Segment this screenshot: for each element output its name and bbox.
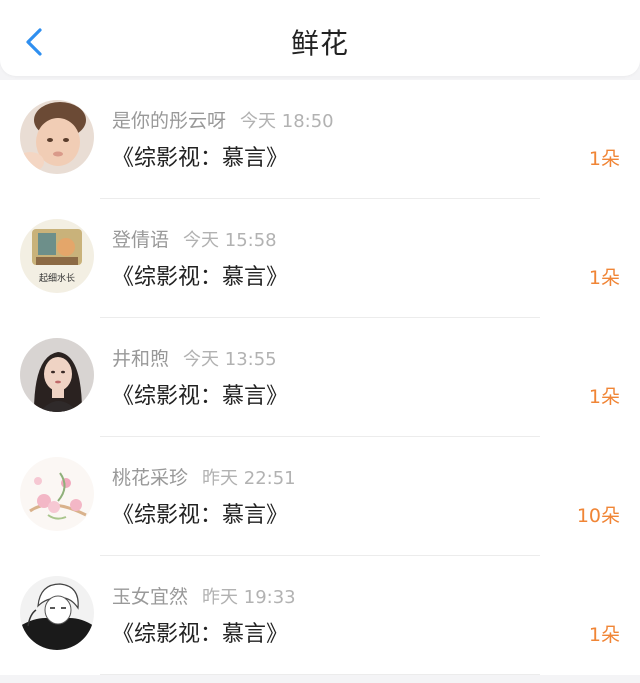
- avatar[interactable]: [20, 100, 94, 174]
- sender-name[interactable]: 登倩语: [112, 229, 169, 251]
- avatar-caption: 起细水长: [39, 272, 75, 284]
- gift-time: 今天 15:58: [183, 230, 277, 251]
- list-item[interactable]: 是你的彤云呀 今天 18:50 《综影视：慕言》 1朵: [0, 80, 640, 199]
- avatar[interactable]: [20, 338, 94, 412]
- avatar[interactable]: 起细水长: [20, 219, 94, 293]
- illustration-avatar: 起细水长: [20, 219, 94, 293]
- flower-count: 1朵: [588, 267, 620, 289]
- gift-time: 昨天 22:51: [202, 468, 296, 489]
- avatar[interactable]: [20, 576, 94, 650]
- list-item[interactable]: 起细水长 登倩语 今天 15:58 《综影视：慕言》 1朵: [0, 199, 640, 318]
- sender-meta: 是你的彤云呀 今天 18:50: [112, 106, 334, 133]
- avatar[interactable]: [20, 457, 94, 531]
- woman-portrait-avatar: [20, 338, 94, 412]
- flower-count: 1朵: [588, 386, 620, 408]
- divider: [100, 674, 540, 675]
- page-title: 鲜花: [290, 27, 349, 60]
- sender-meta: 玉女宜然 昨天 19:33: [112, 582, 296, 609]
- book-title[interactable]: 《综影视：慕言》: [112, 259, 288, 291]
- gift-time: 昨天 19:33: [202, 587, 296, 608]
- sender-meta: 登倩语 今天 15:58: [112, 225, 277, 252]
- top-bar: 鲜花: [0, 0, 640, 76]
- book-title[interactable]: 《综影视：慕言》: [112, 616, 288, 648]
- sender-name[interactable]: 玉女宜然: [112, 586, 188, 608]
- sender-name[interactable]: 是你的彤云呀: [112, 110, 226, 132]
- flower-gift-list: 是你的彤云呀 今天 18:50 《综影视：慕言》 1朵 起细水长 登倩语 今天 15…: [0, 80, 640, 675]
- flower-count: 1朵: [588, 148, 620, 170]
- sender-meta: 井和煦 今天 13:55: [112, 344, 277, 371]
- flower-painting-avatar: [20, 457, 94, 531]
- list-item[interactable]: 井和煦 今天 13:55 《综影视：慕言》 1朵: [0, 318, 640, 437]
- list-item[interactable]: 玉女宜然 昨天 19:33 《综影视：慕言》 1朵: [0, 556, 640, 675]
- flower-count: 1朵: [588, 624, 620, 646]
- book-title[interactable]: 《综影视：慕言》: [112, 140, 288, 172]
- anime-boy-avatar: [20, 576, 94, 650]
- gift-time: 今天 13:55: [183, 349, 277, 370]
- sender-name[interactable]: 井和煦: [112, 348, 169, 370]
- sender-name[interactable]: 桃花采珍: [112, 467, 188, 489]
- book-title[interactable]: 《综影视：慕言》: [112, 497, 288, 529]
- list-item[interactable]: 桃花采珍 昨天 22:51 《综影视：慕言》 10朵: [0, 437, 640, 556]
- baby-photo-avatar: [20, 100, 94, 174]
- gift-time: 今天 18:50: [240, 111, 334, 132]
- flower-count: 10朵: [576, 505, 620, 527]
- sender-meta: 桃花采珍 昨天 22:51: [112, 463, 296, 490]
- book-title[interactable]: 《综影视：慕言》: [112, 378, 288, 410]
